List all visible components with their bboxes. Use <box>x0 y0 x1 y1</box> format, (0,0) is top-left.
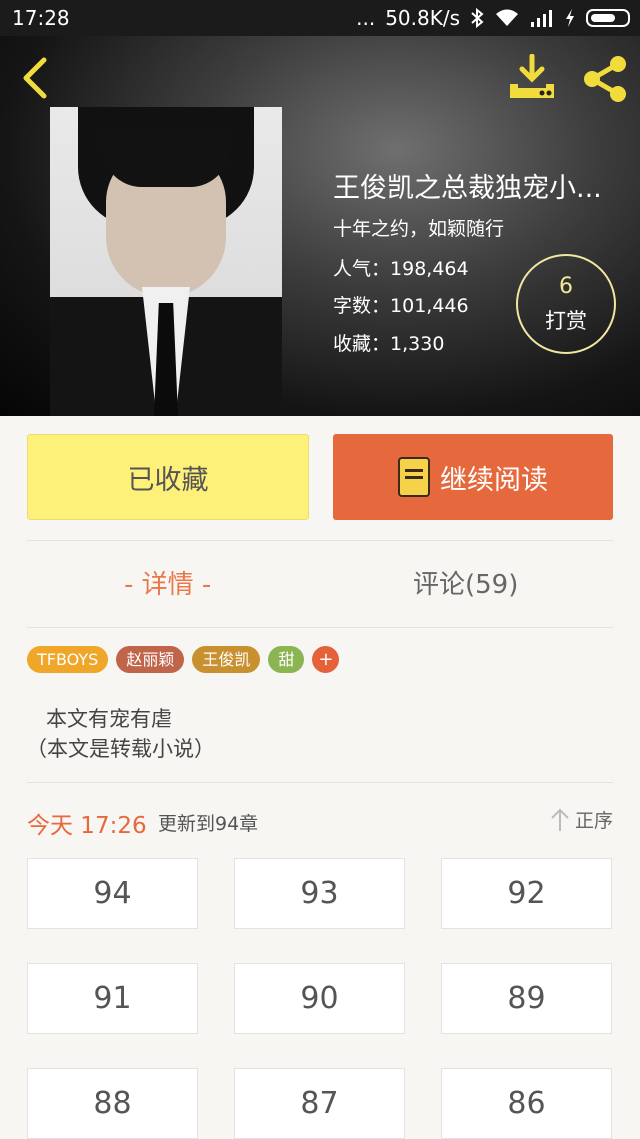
book-cover-image[interactable] <box>50 107 282 416</box>
download-icon[interactable] <box>506 54 558 102</box>
divider <box>27 540 613 541</box>
network-speed: 50.8K/s <box>385 6 460 30</box>
tab-comments[interactable]: 评论(59) <box>413 564 518 601</box>
tag-wang-junkai[interactable]: 王俊凯 <box>192 646 261 673</box>
tag-tfboys[interactable]: TFBOYS <box>27 646 109 673</box>
chapter-button[interactable]: 86 <box>441 1068 612 1139</box>
more-dots-icon: ... <box>356 6 376 30</box>
chapter-button[interactable]: 88 <box>27 1068 198 1139</box>
chapter-button[interactable]: 94 <box>27 858 198 929</box>
continue-reading-button[interactable]: 继续阅读 <box>333 434 613 520</box>
charging-icon <box>566 9 574 27</box>
chapter-button[interactable]: 92 <box>441 858 612 929</box>
chapter-button[interactable]: 93 <box>234 858 405 929</box>
tip-label: 打赏 <box>545 309 587 333</box>
share-icon[interactable] <box>580 54 630 104</box>
description-line-2: （本文是转载小说） <box>26 737 215 761</box>
chapter-button[interactable]: 87 <box>234 1068 405 1139</box>
wifi-icon <box>496 9 518 26</box>
status-bar: 17:28 ... 50.8K/s <box>0 0 640 36</box>
book-title: 王俊凯之总裁独宠小... <box>333 173 602 204</box>
book-description: 本文有宠有虐 （本文是转载小说） <box>26 704 215 764</box>
tag-sweet[interactable]: 甜 <box>268 646 305 673</box>
sort-order-button[interactable]: 正序 <box>549 806 613 833</box>
update-time: 今天 17:26 <box>27 813 147 839</box>
book-subtitle: 十年之约，如颖随行 <box>333 218 505 240</box>
stat-popularity: 人气198,464 <box>333 254 469 281</box>
tag-list: TFBOYS 赵丽颖 王俊凯 甜 + <box>27 646 340 673</box>
battery-icon <box>586 9 630 27</box>
book-header: 王俊凯之总裁独宠小... 十年之约，如颖随行 人气198,464 字数101,4… <box>0 36 640 416</box>
chapter-grid: 94 93 92 91 90 89 88 87 86 <box>27 858 613 1139</box>
tip-button[interactable]: 6 打赏 <box>516 254 616 354</box>
back-arrow-icon[interactable] <box>16 56 56 100</box>
stat-word-count: 字数101,446 <box>333 291 469 318</box>
divider <box>27 782 613 783</box>
stat-favorites: 收藏1,330 <box>333 329 444 356</box>
update-text: 更新到94章 <box>158 813 259 835</box>
arrow-up-icon <box>551 808 569 831</box>
chapter-button[interactable]: 91 <box>27 963 198 1034</box>
bluetooth-icon <box>471 8 484 28</box>
status-time: 17:28 <box>12 6 70 30</box>
book-icon <box>398 457 430 497</box>
signal-icon <box>531 10 552 27</box>
chapter-button[interactable]: 90 <box>234 963 405 1034</box>
favorited-button[interactable]: 已收藏 <box>27 434 309 520</box>
chapter-button[interactable]: 89 <box>441 963 612 1034</box>
add-tag-button[interactable]: + <box>312 646 340 673</box>
tip-count: 6 <box>559 274 573 299</box>
description-line-1: 本文有宠有虐 <box>46 707 172 731</box>
tag-zhao-liying[interactable]: 赵丽颖 <box>116 646 185 673</box>
tab-detail[interactable]: - 详情 - <box>124 564 211 601</box>
divider <box>27 627 613 628</box>
